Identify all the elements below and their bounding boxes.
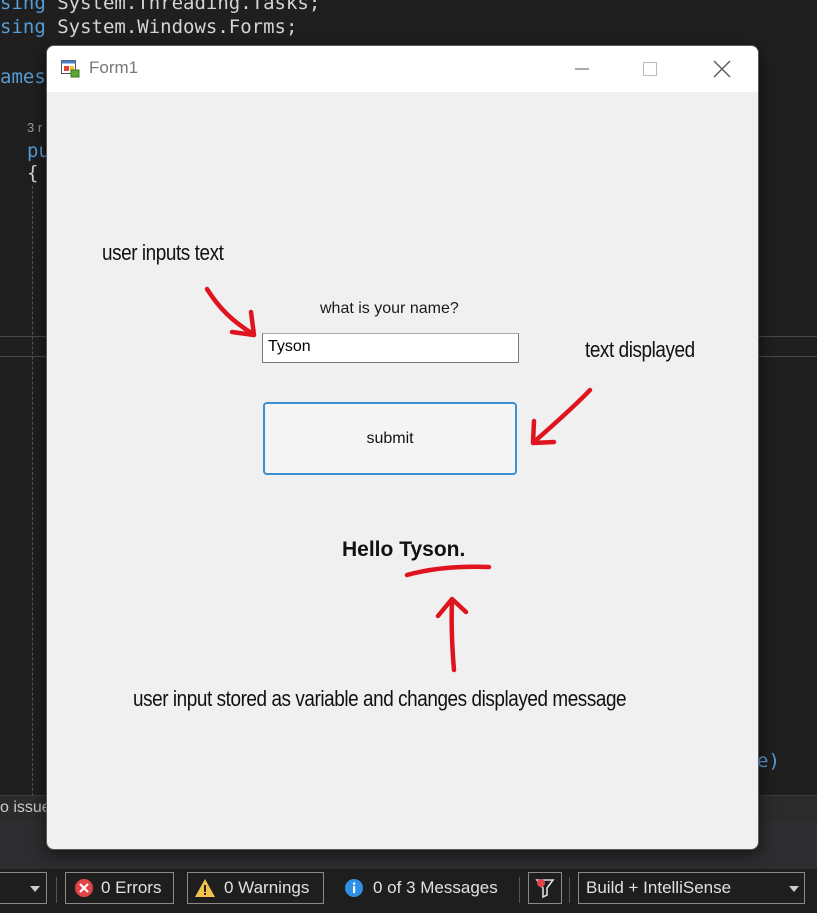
issues-text: o issue [0,799,51,816]
submit-button[interactable]: submit [263,402,517,475]
name-question-label: what is your name? [320,300,459,317]
filter-icon [535,879,555,899]
minimize-button[interactable] [548,46,616,92]
maximize-icon [643,62,657,76]
annotation-variable-note: user input stored as variable and change… [133,686,627,711]
warnings-count-label: 0 Warnings [224,878,310,897]
toolbar-separator [56,877,57,903]
maximize-button[interactable] [616,46,684,92]
code-fragment-right: e) [757,750,780,772]
code-line-using-threading: sing System.Threading.Tasks; [0,0,321,14]
toolbar-separator [519,877,520,903]
build-source-label: Build + IntelliSense [586,878,732,897]
arrowhead-display [530,418,557,446]
errors-filter-button[interactable]: 0 Errors [65,872,174,904]
form1-window: Form1 what is your name? Tyson submit He… [46,45,759,850]
minimize-icon [575,68,589,70]
warnings-filter-button[interactable]: 0 Warnings [187,872,324,904]
arrow-to-greeting [449,598,457,673]
underline-name [404,564,492,578]
chevron-down-icon [30,886,40,892]
greeting-name: Tyson [399,538,460,561]
code-references-hint: 3 r [27,120,43,135]
info-icon [345,879,363,897]
annotation-display-note: text displayed [585,337,695,362]
filter-button[interactable] [528,872,562,904]
greeting-prefix: Hello [342,538,400,561]
arrow-to-display [531,387,593,445]
arrowhead-input [229,309,257,338]
close-icon [713,60,731,78]
arrow-to-input [204,286,256,337]
greeting-label: Hello Tyson. [342,538,465,562]
scope-dropdown[interactable] [0,872,47,904]
error-icon [75,879,93,897]
window-title: Form1 [89,58,139,77]
code-guide-line [32,186,33,796]
chevron-down-icon [789,886,799,892]
annotation-input-note: user inputs text [102,240,224,265]
errors-count-label: 0 Errors [101,878,162,897]
build-source-dropdown[interactable]: Build + IntelliSense [578,872,805,904]
code-line-brace: { [27,162,39,184]
form-app-icon [61,60,80,78]
greeting-suffix: . [459,538,466,561]
arrowhead-greeting [435,596,469,619]
error-list-filter-bar: 0 Errors 0 Warnings 0 of 3 Messages Buil… [0,869,817,913]
warning-icon [195,879,215,897]
title-bar[interactable]: Form1 [47,46,758,92]
code-line-using-forms: sing System.Windows.Forms; [0,16,298,38]
submit-button-label: submit [366,429,414,447]
messages-count-label: 0 of 3 Messages [373,878,498,897]
messages-filter-button[interactable]: 0 of 3 Messages [337,872,515,904]
toolbar-separator [569,877,570,903]
close-button[interactable] [688,46,756,92]
name-input[interactable]: Tyson [262,333,519,363]
